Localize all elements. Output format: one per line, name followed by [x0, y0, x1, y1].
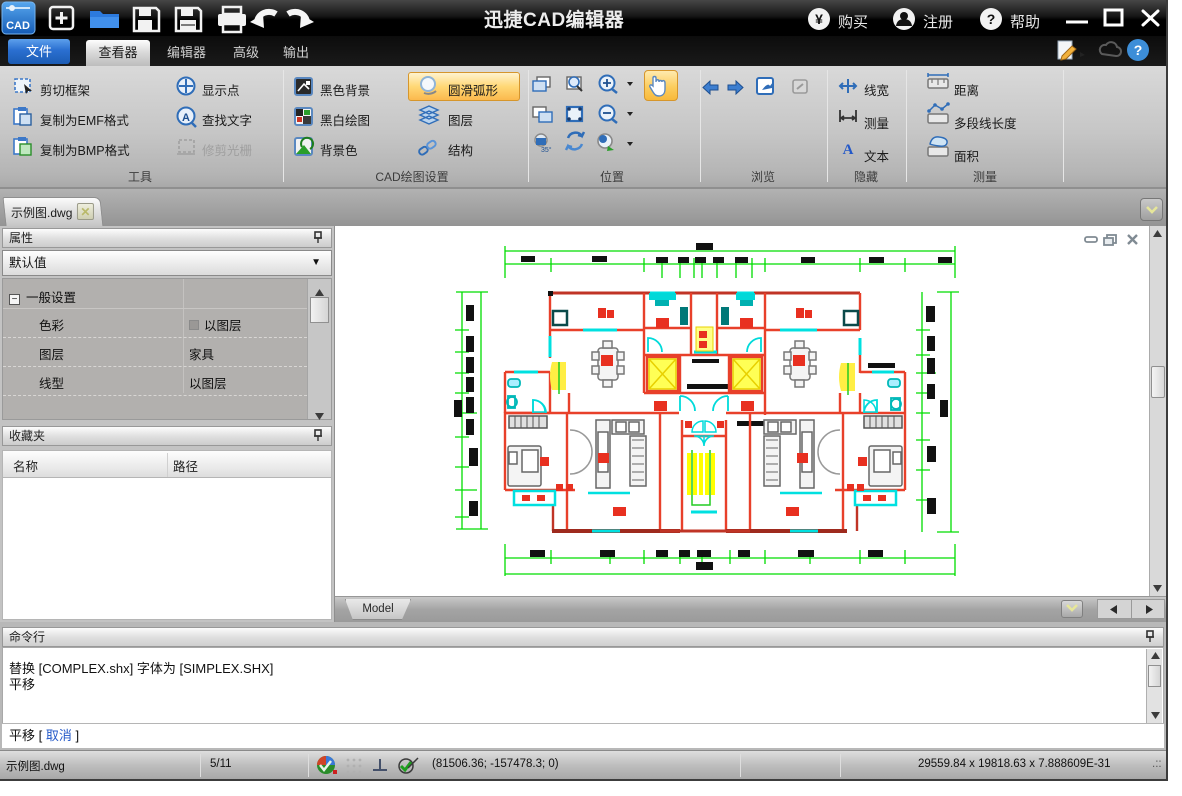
svg-text:35°: 35° — [541, 146, 552, 154]
svg-text:A: A — [843, 142, 854, 158]
svg-text:CAD: CAD — [6, 20, 30, 32]
svg-text:?: ? — [1134, 42, 1143, 58]
svg-text:A: A — [182, 112, 190, 124]
